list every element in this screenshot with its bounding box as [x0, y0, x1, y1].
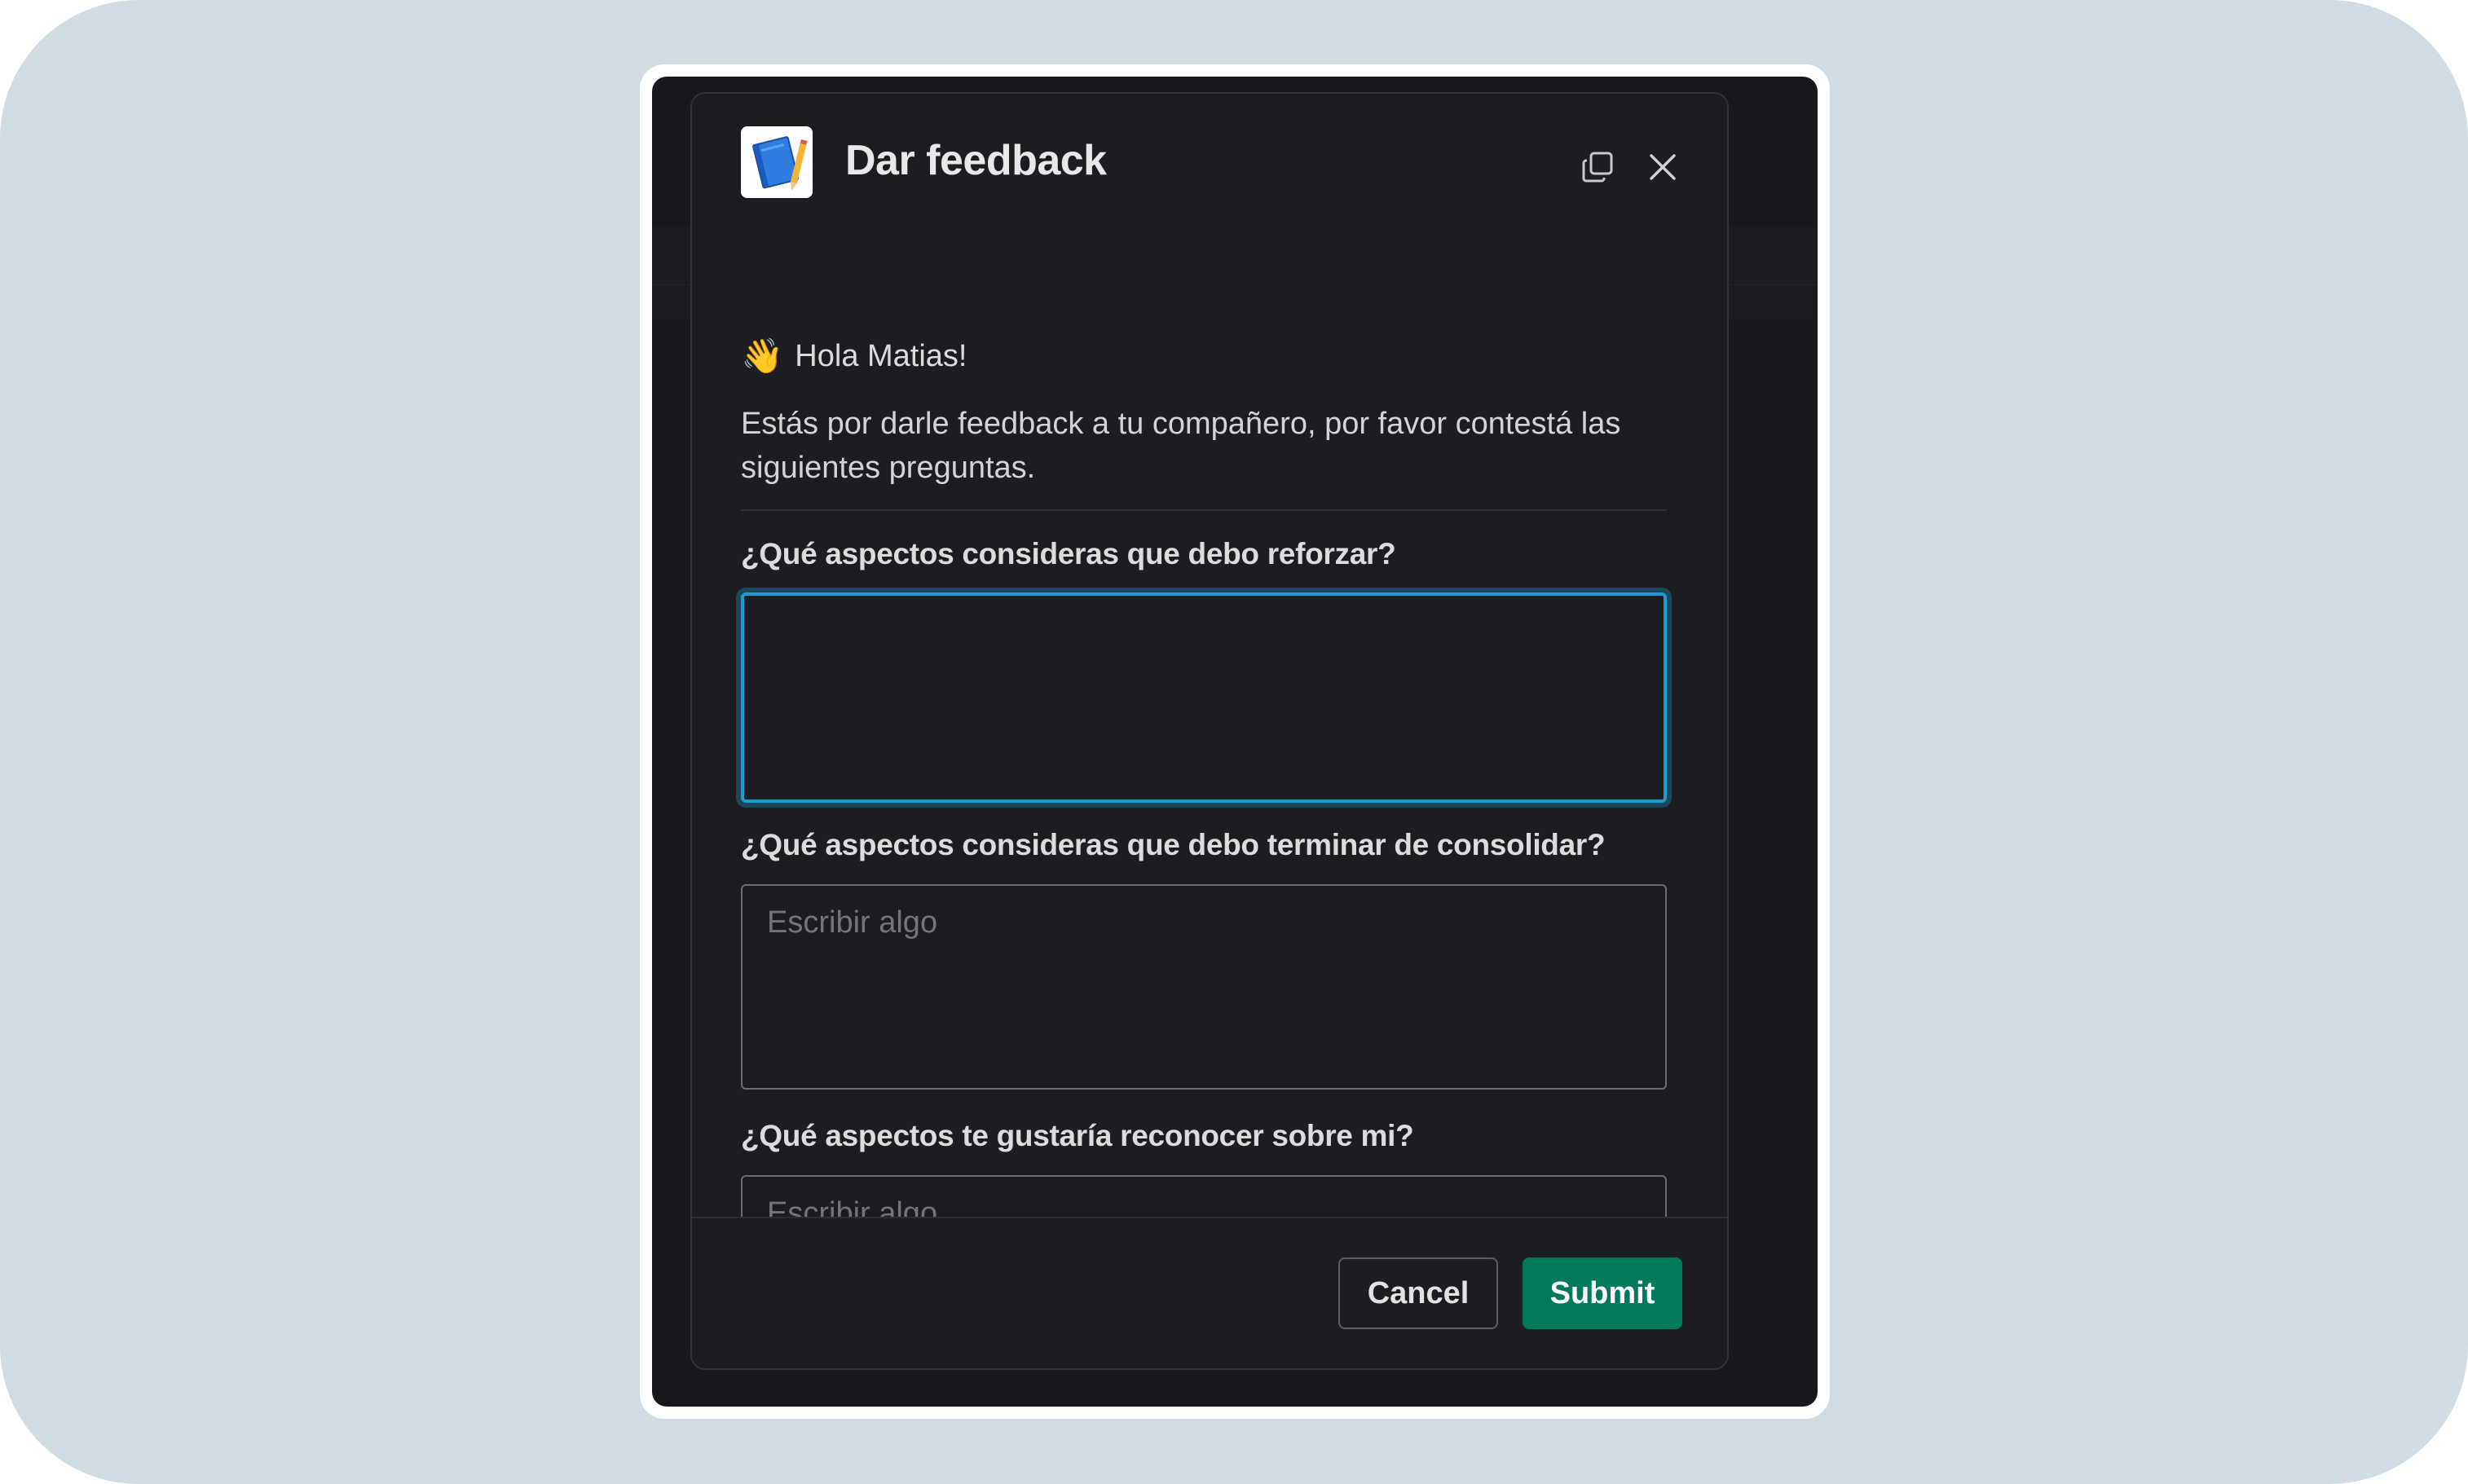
question-2-label: ¿Qué aspectos consideras que debo termin…: [741, 828, 1606, 861]
intro-text: Estás por darle feedback a tu compañero,…: [741, 407, 1621, 485]
popout-button[interactable]: [1575, 144, 1620, 190]
modal-title: Dar feedback: [845, 137, 1107, 184]
waving-hand-icon: 👋: [741, 337, 784, 375]
feedback-modal: Dar feedback 👋 Hola Matias! Estás por da…: [690, 92, 1729, 1370]
popout-icon: [1582, 152, 1613, 183]
question-2-input[interactable]: [741, 884, 1667, 1090]
question-3-label: ¿Qué aspectos te gustaría reconocer sobr…: [741, 1119, 1414, 1152]
greeting: 👋 Hola Matias!: [741, 337, 967, 377]
close-button[interactable]: [1640, 144, 1686, 190]
close-icon: [1650, 154, 1676, 180]
divider: [741, 509, 1667, 511]
modal-footer: Cancel Submit: [692, 1217, 1727, 1368]
modal-header: Dar feedback: [692, 94, 1727, 232]
modal-body: 👋 Hola Matias! Estás por darle feedback …: [741, 232, 1667, 1338]
notebook-icon: [741, 126, 813, 198]
question-1-input[interactable]: [741, 592, 1667, 803]
question-1-label: ¿Qué aspectos consideras que debo reforz…: [741, 537, 1396, 570]
submit-button[interactable]: Submit: [1523, 1257, 1682, 1329]
cancel-button[interactable]: Cancel: [1338, 1257, 1498, 1329]
greeting-text: Hola Matias!: [795, 339, 967, 373]
